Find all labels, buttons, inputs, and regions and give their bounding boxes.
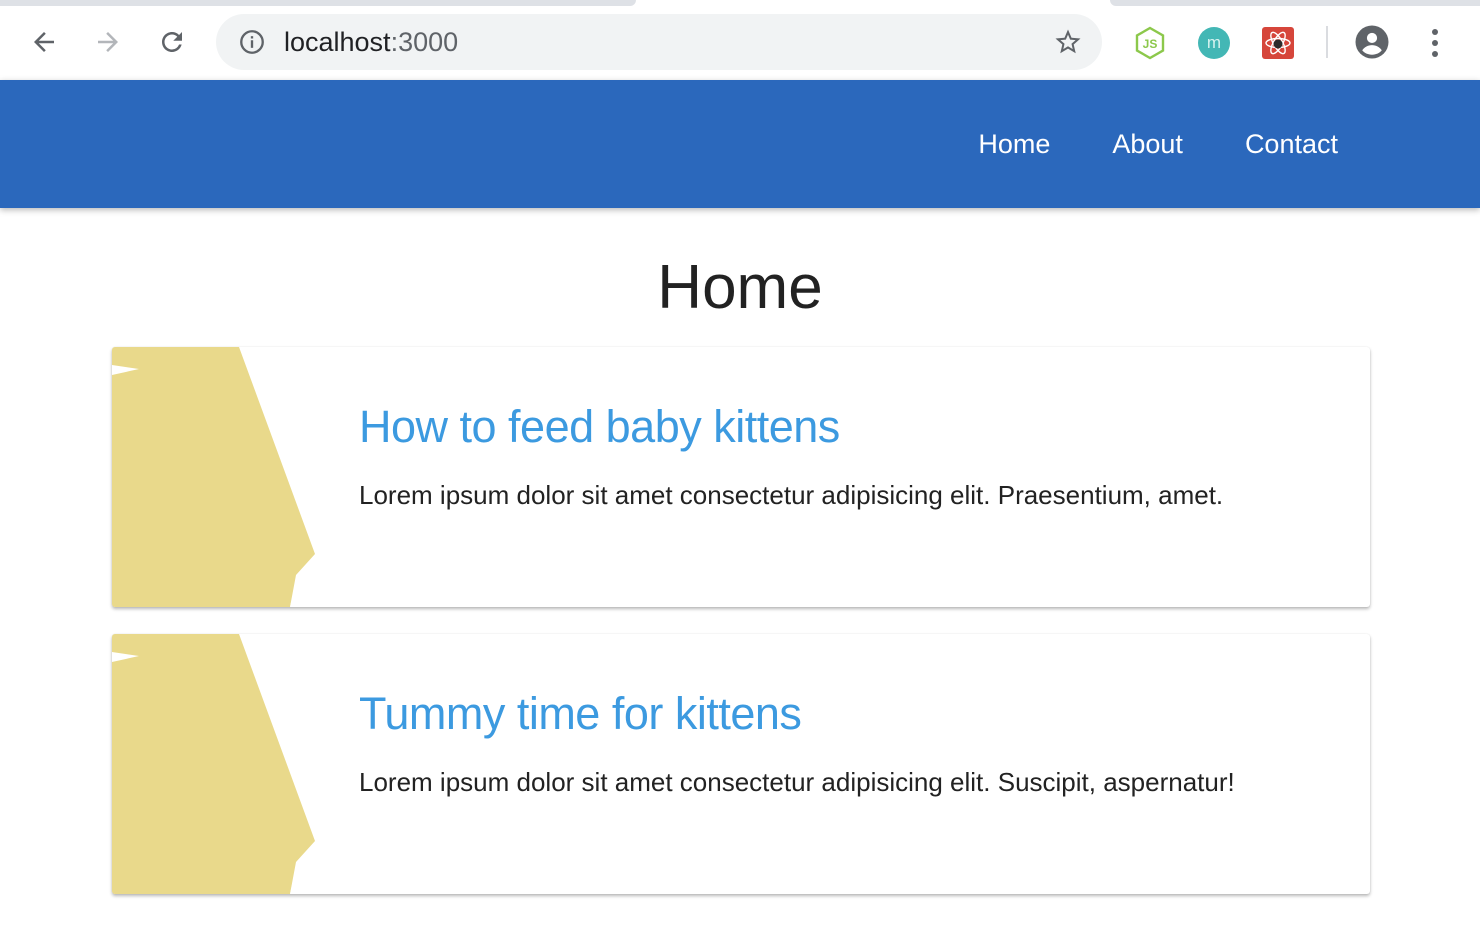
site-navbar: Home About Contact [0,80,1480,208]
forward-arrow-icon [98,32,118,52]
post-card[interactable]: How to feed baby kittens Lorem ipsum dol… [112,347,1370,607]
address-bar[interactable]: localhost:3000 [216,14,1102,70]
url-text[interactable]: localhost:3000 [284,27,458,57]
m-extension-icon[interactable]: m [1197,26,1231,60]
tab-strip-left [0,0,636,6]
nodejs-extension-icon[interactable]: JS [1133,26,1167,60]
reload-button[interactable] [150,20,194,64]
bookmark-star-icon[interactable] [1052,26,1084,58]
nav-link-contact[interactable]: Contact [1245,129,1338,160]
more-menu-icon[interactable] [1419,26,1451,60]
post-thumbnail-image [112,634,315,894]
post-card[interactable]: Tummy time for kittens Lorem ipsum dolor… [112,634,1370,894]
page-title: Home [657,253,823,322]
toolbar-divider [1326,26,1328,58]
reload-icon [162,32,182,52]
nav-link-home[interactable]: Home [978,129,1050,160]
nav-link-about[interactable]: About [1112,129,1183,160]
site-info-icon[interactable] [236,26,268,58]
tab-strip-right [1110,0,1480,6]
nav-links: Home About Contact [916,80,1338,208]
post-title[interactable]: How to feed baby kittens [359,397,840,457]
svg-text:m: m [1207,33,1221,52]
react-devtools-extension-icon[interactable] [1261,26,1295,60]
forward-button[interactable] [86,20,130,64]
svg-text:JS: JS [1143,37,1158,51]
post-thumbnail-image [112,347,315,607]
url-host: localhost [284,27,391,57]
post-excerpt: Lorem ipsum dolor sit amet consectetur a… [359,480,1224,510]
url-port: :3000 [390,27,459,57]
browser-toolbar: localhost:3000 JS m [0,0,1480,80]
post-title[interactable]: Tummy time for kittens [359,684,802,744]
post-excerpt: Lorem ipsum dolor sit amet consectetur a… [359,767,1235,797]
profile-icon[interactable] [1354,24,1390,60]
back-arrow-icon [34,32,54,52]
back-button[interactable] [22,20,66,64]
